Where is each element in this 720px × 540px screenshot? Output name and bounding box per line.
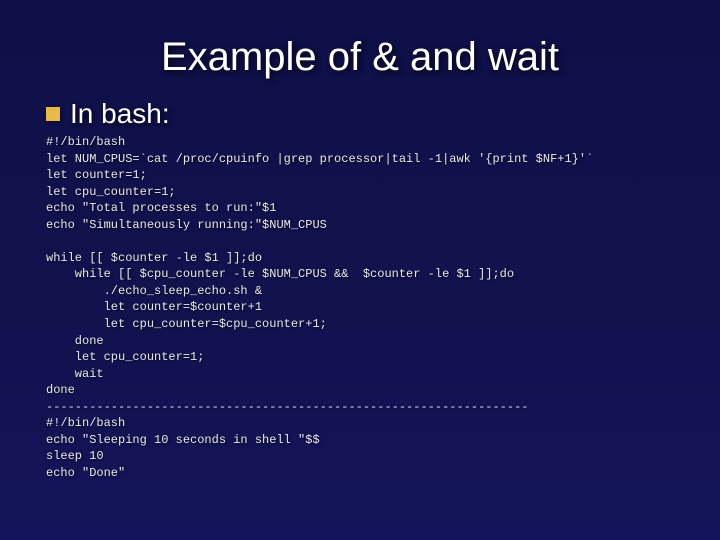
slide: Example of & and wait In bash: #!/bin/ba… (0, 0, 720, 540)
subhead-text: In bash: (70, 98, 170, 130)
bullet-square-icon (46, 107, 60, 121)
code-block: #!/bin/bash let NUM_CPUS=`cat /proc/cpui… (46, 134, 690, 481)
slide-title: Example of & and wait (30, 35, 690, 80)
footer-area (0, 522, 720, 540)
subhead-row: In bash: (46, 98, 690, 130)
